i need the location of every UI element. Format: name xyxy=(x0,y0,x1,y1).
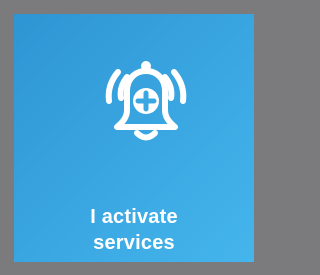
activate-services-tile[interactable]: I activate services xyxy=(14,14,254,262)
tile-label-line1: I activate xyxy=(90,206,178,228)
tile-label-line2: services xyxy=(93,232,175,254)
bell-plus-alert-icon xyxy=(99,56,193,148)
tile-label: I activate services xyxy=(14,204,254,256)
